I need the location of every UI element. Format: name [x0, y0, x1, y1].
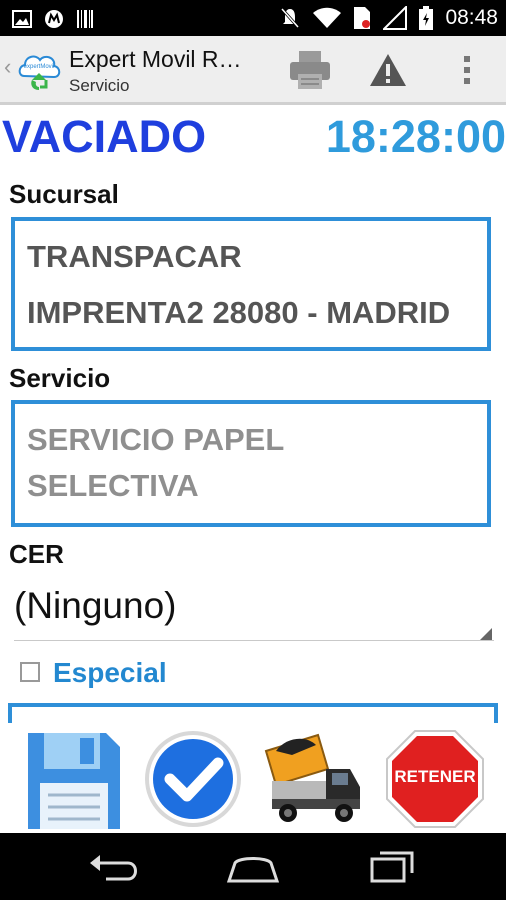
clock-text: 08:48 — [445, 6, 498, 29]
home-nav-icon[interactable] — [225, 849, 281, 885]
service-form: VACIADO 18:28:00 Sucursal TRANSPACAR IMP… — [0, 105, 506, 723]
cer-spinner-underline — [14, 640, 494, 641]
sucursal-label: Sucursal — [9, 179, 119, 209]
sucursal-box[interactable]: TRANSPACAR IMPRENTA2 28080 - MADRID — [11, 217, 491, 351]
overflow-menu-icon[interactable] — [455, 50, 479, 90]
mute-icon — [281, 8, 300, 28]
especial-checkbox[interactable] — [20, 662, 40, 682]
signal-icon — [383, 6, 408, 30]
next-field-box[interactable] — [8, 703, 498, 723]
status-bar: 08:48 — [0, 0, 506, 36]
battery-icon — [419, 6, 434, 30]
spinner-arrow-icon[interactable] — [480, 628, 492, 640]
back-chevron-icon[interactable]: ‹ — [4, 54, 11, 80]
action-bar: ‹ expertMovil Expert Movil R… Servicio — [0, 36, 506, 105]
sucursal-name: TRANSPACAR — [27, 239, 242, 274]
retener-button[interactable]: RETENER — [385, 729, 485, 829]
cer-spinner[interactable]: (Ninguno) — [14, 585, 176, 627]
servicio-box[interactable]: SERVICIO PAPEL SELECTIVA — [11, 400, 491, 527]
unload-truck-icon[interactable] — [262, 729, 362, 829]
app-title: Expert Movil R… — [69, 46, 242, 72]
navigation-bar — [0, 833, 506, 900]
especial-label[interactable]: Especial — [53, 657, 167, 689]
sucursal-address: IMPRENTA2 28080 - MADRID — [27, 295, 451, 330]
servicio-line-2: SELECTIVA — [27, 468, 199, 503]
gallery-notification-icon — [12, 10, 32, 28]
save-icon[interactable] — [22, 729, 122, 829]
cer-label: CER — [9, 539, 64, 569]
service-status: VACIADO — [2, 111, 207, 162]
barcode-notification-icon — [77, 10, 93, 28]
notification-icons — [12, 9, 94, 29]
back-nav-icon[interactable] — [86, 849, 142, 885]
retener-label: RETENER — [394, 767, 476, 786]
app-logo-icon[interactable]: expertMovil — [16, 46, 62, 92]
printer-icon[interactable] — [288, 50, 332, 90]
action-toolbar: RETENER — [0, 723, 506, 833]
warning-icon[interactable] — [368, 52, 408, 88]
confirm-icon[interactable] — [143, 729, 243, 829]
system-icons: 08:48 — [279, 6, 498, 30]
service-time: 18:28:00 — [325, 111, 506, 162]
recent-apps-nav-icon[interactable] — [366, 849, 422, 885]
motorola-notification-icon — [45, 10, 63, 28]
sim-alert-icon — [354, 7, 371, 29]
wifi-icon — [313, 7, 342, 28]
app-logo-text: expertMovil — [24, 64, 55, 70]
servicio-label: Servicio — [9, 363, 111, 393]
servicio-line-1: SERVICIO PAPEL — [27, 422, 285, 457]
screen-subtitle: Servicio — [69, 76, 130, 95]
